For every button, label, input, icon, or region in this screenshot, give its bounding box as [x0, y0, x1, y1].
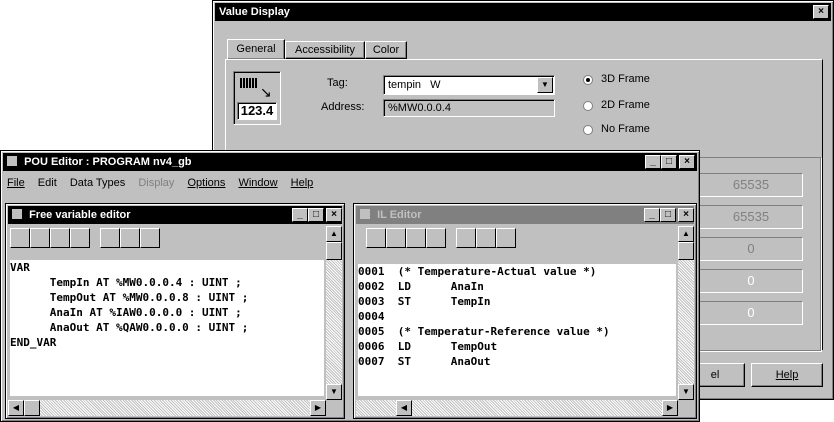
scroll-up-icon[interactable]: ▲ — [326, 226, 342, 242]
menu-bar: File Edit Data Types Display Options Win… — [7, 175, 323, 191]
horizontal-scrollbar[interactable]: ◀ ▶ — [356, 400, 678, 416]
code-line: AnaOut AT %QAW0.0.0.0 : UINT ; — [10, 321, 249, 334]
paste-icon[interactable] — [496, 228, 516, 248]
value-display-titlebar[interactable]: Value Display — [215, 3, 831, 21]
menu-data-types[interactable]: Data Types — [70, 177, 125, 189]
vertical-scrollbar[interactable]: ▲ ▼ — [326, 226, 342, 400]
tag-combobox[interactable]: tempin W ▼ — [383, 75, 555, 95]
arrow-icon: ↘ — [260, 84, 272, 100]
close-button[interactable]: × — [678, 208, 694, 222]
address-label: Address: — [321, 101, 365, 113]
toolbar — [366, 228, 566, 250]
code-line: 0004 — [358, 310, 385, 323]
app-icon — [7, 156, 17, 166]
code-line: 0005 (* Temperatur-Reference value *) — [358, 325, 610, 338]
radio-no-frame[interactable] — [583, 125, 593, 135]
tag-label: Tag: — [327, 77, 348, 89]
pou-editor-titlebar[interactable]: POU Editor : PROGRAM nv4_gb — [3, 153, 697, 171]
scroll-left-icon[interactable]: ◀ — [8, 400, 24, 416]
code-line: 0007 ST AnaOut — [358, 355, 491, 368]
value-display-title: Value Display — [219, 6, 290, 18]
cut-icon[interactable] — [456, 228, 476, 248]
minimize-button[interactable]: _ — [645, 155, 661, 169]
code-line: TempOut AT %MW0.0.0.8 : UINT ; — [10, 291, 249, 304]
close-button[interactable]: × — [813, 5, 829, 19]
address-field: %MW0.0.0.4 — [383, 99, 555, 117]
value-field-4: 0 — [699, 269, 803, 293]
copy-icon[interactable] — [476, 228, 496, 248]
maximize-button[interactable]: □ — [661, 155, 677, 169]
display-preview: ↘ 123.4 — [233, 71, 281, 125]
chevron-down-icon[interactable]: ▼ — [537, 77, 553, 93]
new-file-icon[interactable] — [10, 228, 30, 248]
code-line: TempIn AT %MW0.0.0.4 : UINT ; — [10, 276, 242, 289]
tab-general[interactable]: General — [227, 39, 285, 59]
close-button[interactable]: × — [679, 155, 695, 169]
tab-accessibility[interactable]: Accessibility — [285, 41, 365, 59]
app-icon — [360, 209, 370, 219]
scroll-right-icon[interactable]: ▶ — [310, 400, 326, 416]
tab-color[interactable]: Color — [365, 41, 407, 59]
radio-3d-frame[interactable] — [583, 75, 593, 85]
code-line: 0003 ST TempIn — [358, 295, 491, 308]
menu-display: Display — [138, 177, 175, 189]
code-line: END_VAR — [10, 336, 57, 349]
copy-icon[interactable] — [120, 228, 140, 248]
horizontal-scrollbar[interactable]: ◀ ▶ — [8, 400, 326, 416]
new-file-icon[interactable] — [366, 228, 386, 248]
maximize-button[interactable]: □ — [660, 208, 676, 222]
save-icon[interactable] — [406, 228, 426, 248]
scroll-down-icon[interactable]: ▼ — [326, 384, 342, 400]
code-line: 0002 LD AnaIn — [358, 280, 484, 293]
scroll-thumb[interactable] — [24, 400, 40, 416]
scroll-down-icon[interactable]: ▼ — [678, 384, 694, 400]
menu-window[interactable]: Window — [238, 177, 277, 189]
scroll-up-icon[interactable]: ▲ — [678, 226, 694, 242]
pou-editor-window: POU Editor : PROGRAM nv4_gb _ □ × File E… — [0, 150, 700, 422]
value-field-2: 65535 — [699, 205, 803, 229]
il-code[interactable]: 0001 (* Temperature-Actual value *) 0002… — [358, 264, 676, 396]
minimize-button[interactable]: _ — [292, 208, 308, 222]
value-field-1: 65535 — [699, 173, 803, 197]
radio-no-frame-label: No Frame — [601, 123, 650, 135]
code-line: VAR — [10, 261, 30, 274]
scroll-left-icon[interactable]: ◀ — [396, 400, 412, 416]
paste-icon[interactable] — [140, 228, 160, 248]
free-var-code[interactable]: VAR TempIn AT %MW0.0.0.4 : UINT ; TempOu… — [10, 260, 324, 396]
vertical-scrollbar[interactable]: ▲ ▼ — [678, 226, 694, 400]
maximize-button[interactable]: □ — [308, 208, 324, 222]
app-icon — [12, 209, 22, 219]
grid-icon — [240, 78, 258, 88]
pou-editor-title: POU Editor : PROGRAM nv4_gb — [24, 156, 192, 168]
cut-icon[interactable] — [100, 228, 120, 248]
radio-3d-frame-label: 3D Frame — [601, 73, 650, 85]
menu-options[interactable]: Options — [187, 177, 225, 189]
open-file-icon[interactable] — [30, 228, 50, 248]
code-line: AnaIn AT %IAW0.0.0.0 : UINT ; — [10, 306, 242, 319]
preview-value: 123.4 — [237, 102, 277, 120]
help-button[interactable]: Help — [751, 363, 823, 387]
toolbar — [10, 228, 210, 250]
scroll-thumb[interactable] — [326, 242, 342, 260]
il-editor: IL Editor _ □ × 0001 (* Temperature-Actu… — [353, 203, 697, 419]
print-icon[interactable] — [70, 228, 90, 248]
scroll-right-icon[interactable]: ▶ — [662, 400, 678, 416]
value-field-5: 0 — [699, 301, 803, 325]
minimize-button[interactable]: _ — [644, 208, 660, 222]
radio-2d-frame-label: 2D Frame — [601, 99, 650, 111]
menu-file[interactable]: File — [7, 177, 25, 189]
code-line: 0001 (* Temperature-Actual value *) — [358, 265, 597, 278]
tag-value: tempin W — [388, 79, 441, 91]
radio-2d-frame[interactable] — [583, 101, 593, 111]
free-variable-editor: Free variable editor _ □ × VAR TempIn AT… — [5, 203, 345, 419]
menu-edit[interactable]: Edit — [38, 177, 57, 189]
open-file-icon[interactable] — [386, 228, 406, 248]
menu-help[interactable]: Help — [291, 177, 314, 189]
save-icon[interactable] — [50, 228, 70, 248]
print-icon[interactable] — [426, 228, 446, 248]
close-button[interactable]: × — [326, 208, 342, 222]
value-field-3: 0 — [699, 237, 803, 261]
scroll-thumb[interactable] — [678, 242, 694, 260]
code-line: 0006 LD TempOut — [358, 340, 498, 353]
